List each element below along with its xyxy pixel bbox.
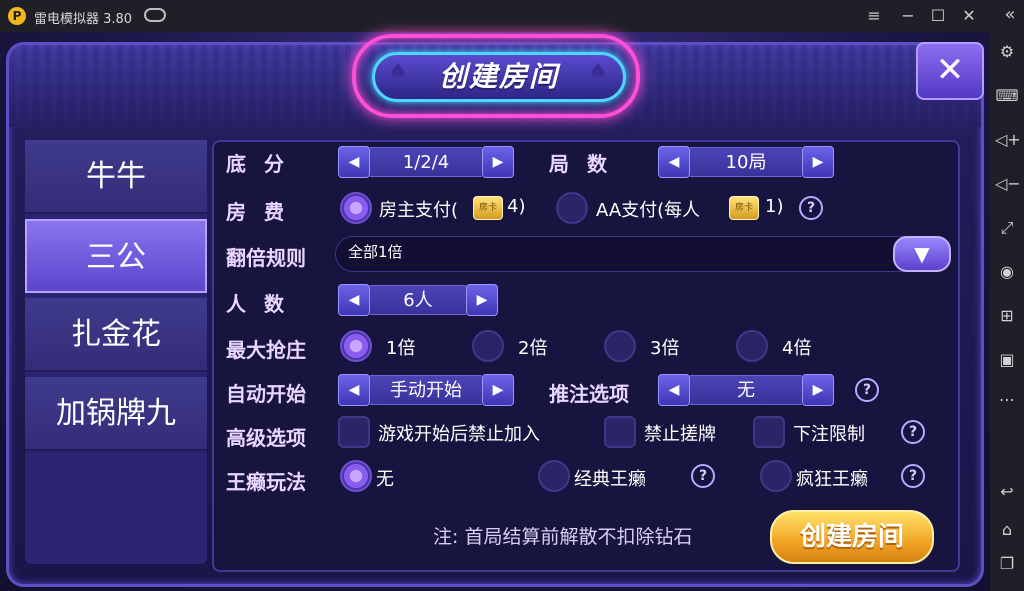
rounds-decrease-button[interactable]: ◀ bbox=[658, 146, 690, 178]
chevron-down-icon[interactable]: ▼ bbox=[893, 236, 951, 272]
max-bank-1x-radio[interactable] bbox=[340, 330, 372, 362]
bet-option-decrease-button[interactable]: ◀ bbox=[658, 374, 690, 406]
window-title: 雷电模拟器 3.80 bbox=[34, 12, 133, 27]
menu-icon[interactable]: ≡ bbox=[862, 4, 886, 28]
wildcard-label: 王癞玩法 bbox=[226, 470, 306, 494]
wildcard-crazy-radio[interactable] bbox=[760, 460, 792, 492]
players-value: 6人 bbox=[370, 285, 466, 315]
more-icon[interactable]: ⋯ bbox=[995, 388, 1019, 412]
room-fee-aa-radio[interactable] bbox=[556, 192, 588, 224]
max-bank-label: 最大抢庄 bbox=[226, 338, 306, 362]
bet-option-value: 无 bbox=[690, 375, 802, 405]
base-score-label: 底分 bbox=[226, 152, 302, 176]
advanced-help-icon[interactable]: ? bbox=[901, 420, 925, 444]
recent-icon[interactable]: ❐ bbox=[995, 552, 1019, 576]
bet-option-label: 推注选项 bbox=[549, 382, 629, 406]
emulator-logo-icon: P bbox=[8, 7, 26, 25]
rounds-increase-button[interactable]: ▶ bbox=[802, 146, 834, 178]
bet-option-help-icon[interactable]: ? bbox=[855, 378, 879, 402]
dissolve-note: 注: 首局结算前解散不扣除钻石 bbox=[433, 526, 693, 548]
auto-start-stepper: ◀ 手动开始 ▶ bbox=[338, 374, 514, 406]
multiplier-rule-dropdown[interactable] bbox=[335, 236, 951, 272]
close-window-icon[interactable]: ✕ bbox=[957, 4, 981, 28]
max-bank-3x-radio[interactable] bbox=[604, 330, 636, 362]
auto-start-value: 手动开始 bbox=[370, 375, 482, 405]
volume-down-icon[interactable]: ◁− bbox=[995, 172, 1021, 196]
apk-icon[interactable]: ▣ bbox=[995, 348, 1019, 372]
room-card-icon: 房卡 bbox=[473, 196, 503, 220]
gear-icon[interactable]: ⚙ bbox=[995, 40, 1019, 64]
gamepad-icon[interactable] bbox=[144, 8, 166, 22]
home-icon[interactable]: ⌂ bbox=[995, 518, 1019, 542]
room-card-icon: 房卡 bbox=[729, 196, 759, 220]
multiplier-rule-value: 全部1倍 bbox=[348, 243, 403, 261]
players-decrease-button[interactable]: ◀ bbox=[338, 284, 370, 316]
back-icon[interactable]: ↩ bbox=[995, 480, 1019, 504]
rounds-stepper: ◀ 10局 ▶ bbox=[658, 146, 834, 178]
wildcard-classic-text: 经典王癞 bbox=[574, 469, 646, 490]
max-bank-2x-radio[interactable] bbox=[472, 330, 504, 362]
no-join-after-start-checkbox[interactable] bbox=[338, 416, 370, 448]
tab-jiaguo-paijiu[interactable]: 加锅牌九 bbox=[25, 377, 207, 451]
tab-sangong[interactable]: 三公 bbox=[25, 219, 207, 293]
base-score-value: 1/2/4 bbox=[370, 147, 482, 177]
wildcard-classic-radio[interactable] bbox=[538, 460, 570, 492]
players-increase-button[interactable]: ▶ bbox=[466, 284, 498, 316]
record-icon[interactable]: ◉ bbox=[995, 260, 1019, 284]
room-fee-help-icon[interactable]: ? bbox=[799, 196, 823, 220]
players-label: 人数 bbox=[226, 292, 302, 316]
no-join-after-start-text: 游戏开始后禁止加入 bbox=[378, 424, 540, 445]
bet-option-increase-button[interactable]: ▶ bbox=[802, 374, 834, 406]
max-bank-3x-text: 3倍 bbox=[650, 338, 680, 359]
fullscreen-icon[interactable]: ⤢ bbox=[995, 216, 1019, 240]
wildcard-none-radio[interactable] bbox=[340, 460, 372, 492]
advanced-label: 高级选项 bbox=[226, 426, 306, 450]
emulator-sidebar: ⚙ ⌨ ◁+ ◁− ⤢ ◉ ⊞ ▣ ⋯ ↩ ⌂ ❐ bbox=[990, 32, 1024, 591]
max-bank-4x-radio[interactable] bbox=[736, 330, 768, 362]
wildcard-crazy-help-icon[interactable]: ? bbox=[901, 464, 925, 488]
create-room-button[interactable]: 创建房间 bbox=[770, 510, 934, 564]
base-score-decrease-button[interactable]: ◀ bbox=[338, 146, 370, 178]
room-fee-label: 房费 bbox=[226, 200, 302, 224]
rounds-value: 10局 bbox=[690, 147, 802, 177]
base-score-stepper: ◀ 1/2/4 ▶ bbox=[338, 146, 514, 178]
tab-zhajinhua[interactable]: 扎金花 bbox=[25, 298, 207, 372]
max-bank-1x-text: 1倍 bbox=[386, 338, 416, 359]
room-fee-aa-text: AA支付(每人 bbox=[596, 200, 701, 221]
auto-start-decrease-button[interactable]: ◀ bbox=[338, 374, 370, 406]
room-fee-owner-radio[interactable] bbox=[340, 192, 372, 224]
maximize-icon[interactable]: ☐ bbox=[926, 4, 950, 28]
no-card-rub-text: 禁止搓牌 bbox=[644, 424, 716, 445]
tab-niuniu[interactable]: 牛牛 bbox=[25, 140, 207, 214]
close-dialog-button[interactable]: ✕ bbox=[916, 42, 984, 100]
emulator-titlebar: P 雷电模拟器 3.80 ≡ − ☐ ✕ « bbox=[0, 0, 1024, 32]
add-window-icon[interactable]: ⊞ bbox=[995, 304, 1019, 328]
wildcard-classic-help-icon[interactable]: ? bbox=[691, 464, 715, 488]
room-fee-owner-count: 4) bbox=[507, 196, 526, 217]
wildcard-none-text: 无 bbox=[376, 469, 394, 490]
wildcard-crazy-text: 疯狂王癞 bbox=[796, 469, 868, 490]
max-bank-2x-text: 2倍 bbox=[518, 338, 548, 359]
minimize-icon[interactable]: − bbox=[896, 4, 920, 28]
collapse-sidebar-icon[interactable]: « bbox=[1000, 4, 1020, 25]
base-score-increase-button[interactable]: ▶ bbox=[482, 146, 514, 178]
bet-option-stepper: ◀ 无 ▶ bbox=[658, 374, 834, 406]
auto-start-increase-button[interactable]: ▶ bbox=[482, 374, 514, 406]
volume-up-icon[interactable]: ◁+ bbox=[995, 128, 1021, 152]
max-bank-4x-text: 4倍 bbox=[782, 338, 812, 359]
rounds-label: 局数 bbox=[549, 152, 625, 176]
room-fee-aa-count: 1) bbox=[765, 196, 784, 217]
room-fee-owner-text: 房主支付( bbox=[379, 200, 459, 221]
bet-limit-checkbox[interactable] bbox=[753, 416, 785, 448]
players-stepper: ◀ 6人 ▶ bbox=[338, 284, 498, 316]
auto-start-label: 自动开始 bbox=[226, 382, 306, 406]
keyboard-icon[interactable]: ⌨ bbox=[995, 84, 1019, 108]
no-card-rub-checkbox[interactable] bbox=[604, 416, 636, 448]
dialog-title: 创建房间 bbox=[438, 60, 559, 93]
bet-limit-text: 下注限制 bbox=[793, 424, 865, 445]
multiplier-rule-label: 翻倍规则 bbox=[226, 246, 306, 270]
